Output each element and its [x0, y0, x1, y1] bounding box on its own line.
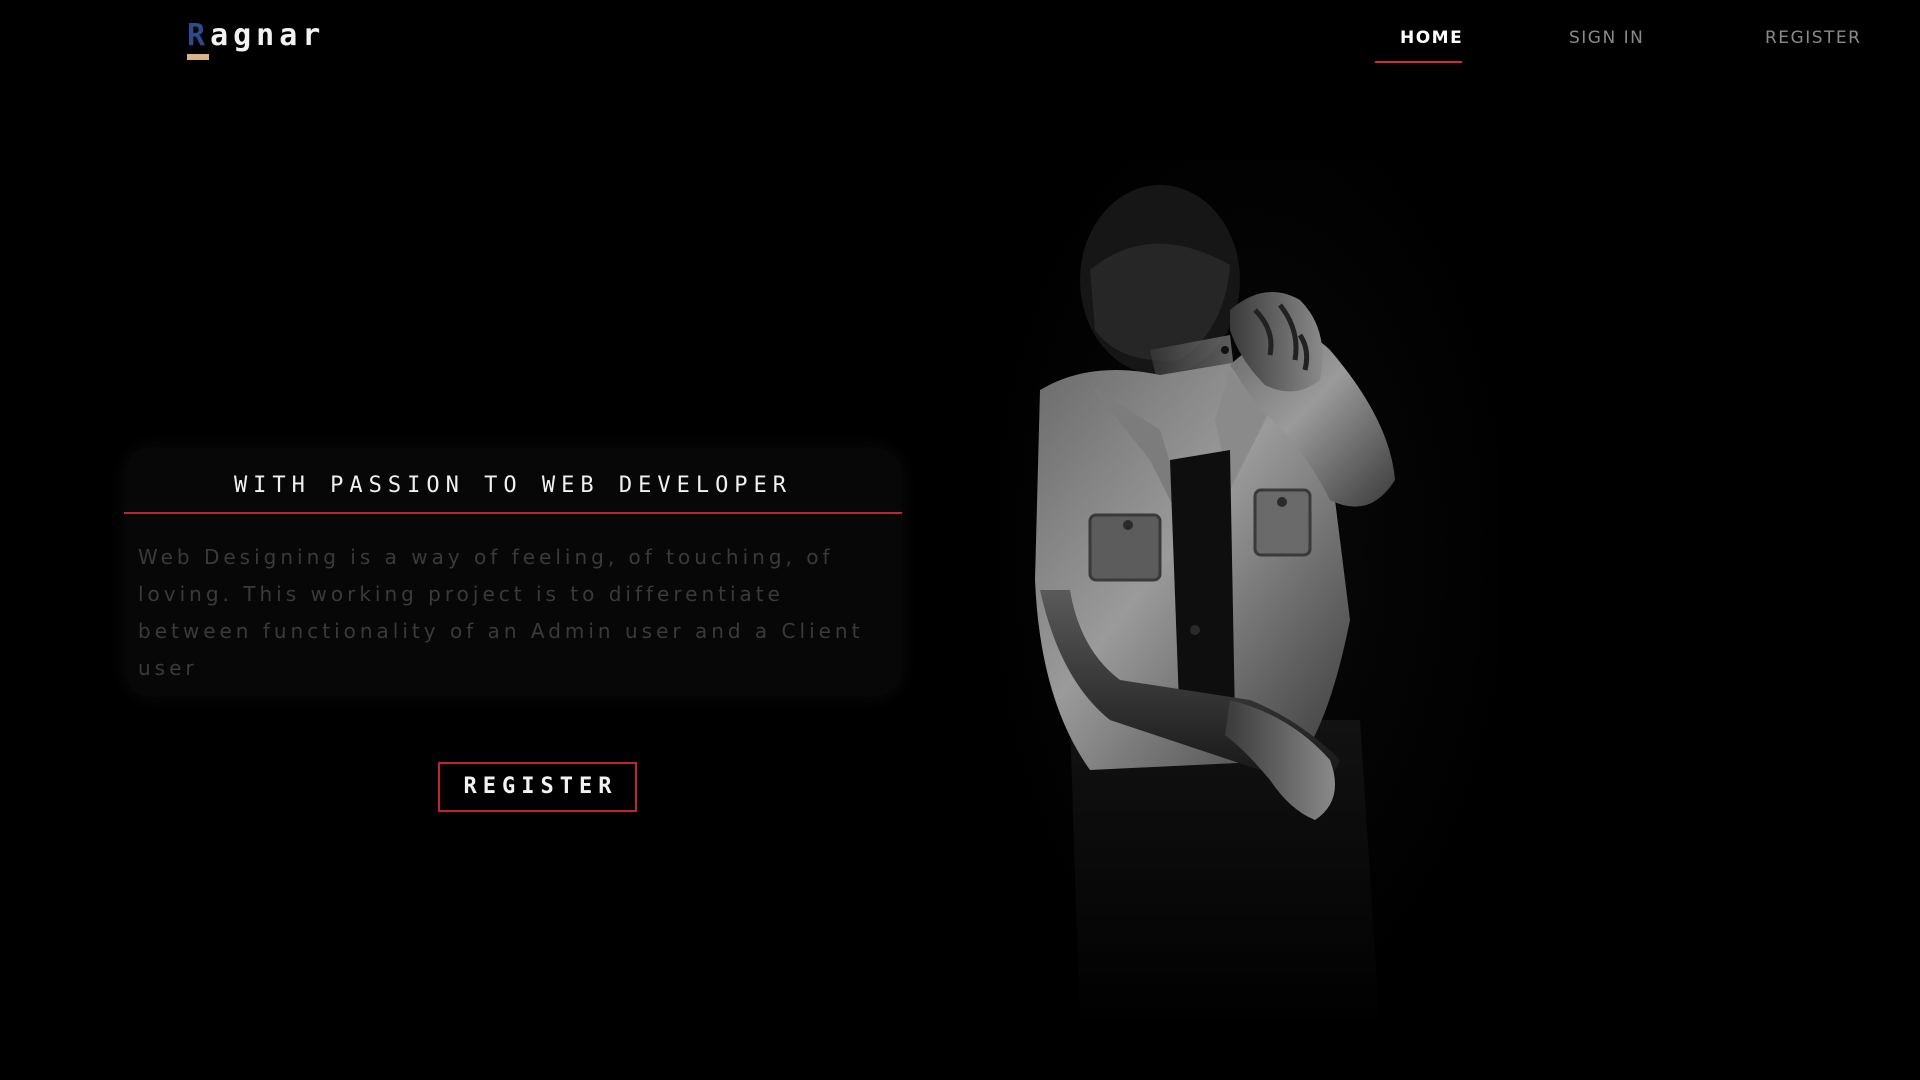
register-button[interactable]: REGISTER: [438, 762, 637, 812]
nav-home-link[interactable]: HOME: [1400, 28, 1463, 48]
hero-description: Web Designing is a way of feeling, of to…: [138, 545, 864, 680]
logo-initial: R: [187, 18, 211, 53]
hero-divider: [124, 512, 902, 514]
brand-logo[interactable]: Ragnar: [187, 18, 325, 53]
nav-active-indicator: [1375, 61, 1462, 63]
hero-card: WITH PASSION TO WEB DEVELOPER Web Design…: [124, 447, 902, 697]
logo-rest: agnar: [210, 18, 326, 53]
nav-sign-in-link[interactable]: SIGN IN: [1569, 28, 1644, 48]
hero-photo: [1000, 160, 1500, 1040]
landing-page: Ragnar HOME SIGN IN REGISTER WITH PASSIO…: [0, 0, 1920, 1080]
hero-title: WITH PASSION TO WEB DEVELOPER: [233, 473, 793, 498]
nav-register-link[interactable]: REGISTER: [1765, 28, 1861, 48]
